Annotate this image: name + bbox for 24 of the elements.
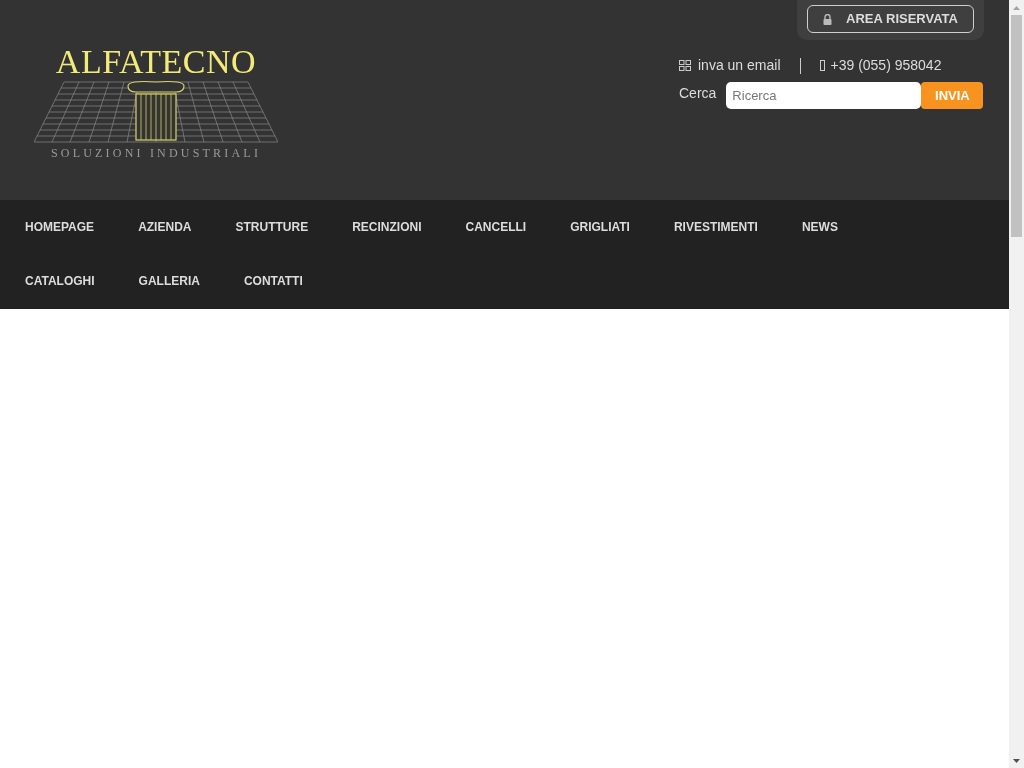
logo-subtitle: SOLUZIONI INDUSTRIALI	[50, 145, 262, 162]
search-field[interactable]: Ricerca	[726, 82, 922, 109]
menu-item[interactable]: AZIENDA	[116, 200, 214, 254]
search-label: Cerca	[679, 84, 717, 103]
scrollbar-thumb[interactable]	[1011, 15, 1022, 237]
email-link[interactable]: inva un email	[698, 55, 781, 76]
reserved-area-button[interactable]: AREA RISERVATA	[807, 5, 974, 33]
menu-item[interactable]: CANCELLI	[443, 200, 549, 254]
menu-item[interactable]: GALLERIA	[116, 254, 222, 308]
phone-icon	[819, 60, 825, 71]
menu-item[interactable]: HOMEPAGE	[3, 200, 117, 254]
menu-item[interactable]: GRIGLIATI	[548, 200, 652, 254]
menu-item[interactable]: RIVESTIMENTI	[651, 200, 780, 254]
lock-icon	[823, 13, 833, 25]
grid-icon	[679, 60, 691, 71]
phone-number: +39 (055) 958042	[830, 56, 942, 75]
menu-item[interactable]: STRUTTURE	[213, 200, 331, 254]
menu-item[interactable]: CONTATTI	[221, 254, 325, 308]
scroll-up-icon[interactable]	[1013, 5, 1020, 10]
logo-title: ALFATECNO	[55, 44, 257, 80]
scroll-down-icon[interactable]	[1013, 758, 1020, 763]
menu-item[interactable]: CATALOGHI	[3, 254, 117, 308]
menu-item[interactable]: RECINZIONI	[330, 200, 444, 254]
menu-item[interactable]: NEWS	[779, 200, 860, 254]
